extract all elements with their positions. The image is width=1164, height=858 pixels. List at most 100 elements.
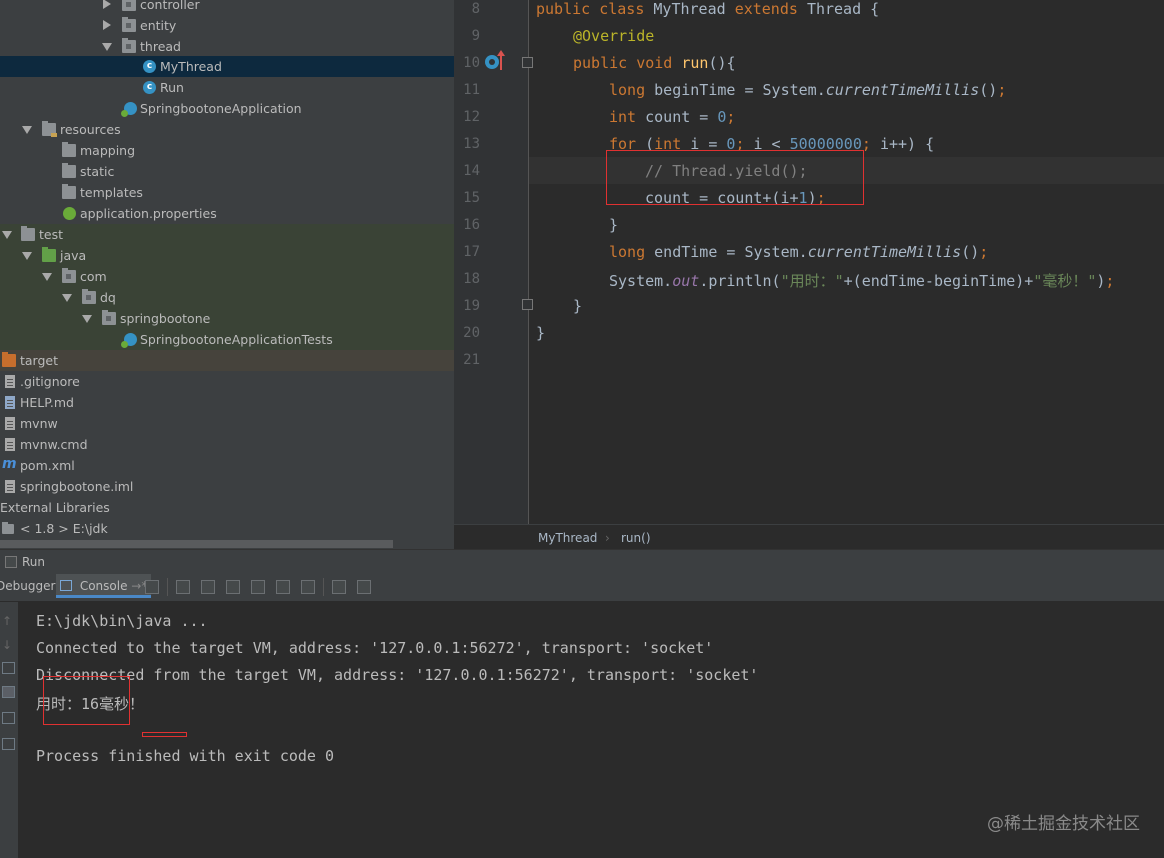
project-tree-panel: controller entity thread c MyThread c Ru… xyxy=(0,0,454,549)
code-token: run xyxy=(681,54,709,72)
step-into-icon[interactable] xyxy=(201,580,215,594)
class-icon: c xyxy=(143,81,156,94)
code-token: MyThread xyxy=(653,0,735,18)
breadcrumb-separator: › xyxy=(605,531,610,545)
tree-item-external-libraries[interactable]: External Libraries xyxy=(0,497,454,518)
override-method-icon[interactable] xyxy=(485,55,499,69)
tree-item-mvnw-cmd[interactable]: mvnw.cmd xyxy=(0,434,454,455)
trace-icon[interactable] xyxy=(357,580,371,594)
line-number: 18 xyxy=(463,271,480,287)
collapse-arrow-icon[interactable] xyxy=(22,252,32,260)
collapse-arrow-icon[interactable] xyxy=(2,231,12,239)
step-out-icon[interactable] xyxy=(251,580,265,594)
line-number: 14 xyxy=(463,163,480,179)
drop-frame-icon[interactable] xyxy=(276,580,290,594)
up-arrow-icon[interactable]: ↑ xyxy=(2,614,15,628)
tree-item-mvnw[interactable]: mvnw xyxy=(0,413,454,434)
tree-item-templates[interactable]: templates xyxy=(0,182,454,203)
fold-marker-icon[interactable] xyxy=(522,57,533,68)
code-token: System. xyxy=(609,272,673,290)
code-token: beginTime = System. xyxy=(654,81,826,99)
line-number: 20 xyxy=(463,325,480,341)
tree-item-controller[interactable]: controller xyxy=(0,0,454,15)
code-line-20: } xyxy=(536,324,545,342)
tree-item-thread[interactable]: thread xyxy=(0,36,454,57)
tree-item-test[interactable]: test xyxy=(0,224,454,245)
code-token: out xyxy=(672,272,700,290)
print-icon[interactable] xyxy=(2,712,15,724)
package-icon xyxy=(122,0,136,11)
tree-item-springbootone[interactable]: springbootone xyxy=(0,308,454,329)
tree-item-pom-xml[interactable]: m pom.xml xyxy=(0,455,454,476)
code-line-10: public void run(){ xyxy=(573,54,736,72)
code-token: int xyxy=(609,108,646,126)
tree-item-label: SpringbootoneApplicationTests xyxy=(140,332,333,347)
tree-item-target[interactable]: target xyxy=(0,350,454,371)
trash-icon[interactable] xyxy=(2,738,15,750)
fold-marker-icon[interactable] xyxy=(522,299,533,310)
collapse-arrow-icon[interactable] xyxy=(42,273,52,281)
code-line-19: } xyxy=(573,297,582,315)
evaluate-expression-icon[interactable] xyxy=(332,580,346,594)
expand-arrow-icon[interactable] xyxy=(103,20,111,30)
code-line-16: } xyxy=(609,216,618,234)
code-token: @Override xyxy=(573,27,655,45)
tree-item-resources[interactable]: resources xyxy=(0,119,454,140)
package-icon xyxy=(122,17,136,32)
tree-item-jdk[interactable]: < 1.8 > E:\jdk xyxy=(0,518,454,539)
tree-item-label: controller xyxy=(140,0,200,12)
tree-item-label: mvnw.cmd xyxy=(20,437,88,452)
file-icon xyxy=(5,480,15,493)
toolbar-separator xyxy=(167,578,168,596)
console-output[interactable]: ↑ ↓ E:\jdk\bin\java ... Connected to the… xyxy=(0,602,1164,858)
tree-item-dq[interactable]: dq xyxy=(0,287,454,308)
spring-class-icon xyxy=(121,102,137,117)
line-number: 9 xyxy=(471,28,480,44)
code-token: } xyxy=(536,324,546,342)
line-number: 15 xyxy=(463,190,480,206)
collapse-arrow-icon[interactable] xyxy=(22,126,32,134)
tree-item-mapping[interactable]: mapping xyxy=(0,140,454,161)
tab-debugger[interactable]: Debugger xyxy=(0,574,59,598)
tree-item-springbootone-iml[interactable]: springbootone.iml xyxy=(0,476,454,497)
tree-item-run[interactable]: c Run xyxy=(0,77,454,98)
tree-item-mythread[interactable]: c MyThread xyxy=(0,56,454,77)
tree-horizontal-scrollbar[interactable] xyxy=(0,540,393,548)
soft-wrap-icon[interactable] xyxy=(2,662,15,674)
code-line-8: public class MyThread extends Thread { xyxy=(536,0,879,18)
tree-item-label: target xyxy=(20,353,59,368)
tree-item-label: springbootone.iml xyxy=(20,479,134,494)
console-line: Process finished with exit code 0 xyxy=(36,747,335,765)
code-line-17: long endTime = System.currentTimeMillis(… xyxy=(609,243,988,261)
tree-item-help-md[interactable]: HELP.md xyxy=(0,392,454,413)
file-icon xyxy=(5,438,15,451)
breadcrumb-item-method[interactable]: run() xyxy=(621,531,651,545)
code-token: ; xyxy=(1105,272,1115,290)
tree-item-com[interactable]: com xyxy=(0,266,454,287)
collapse-arrow-icon[interactable] xyxy=(102,43,112,51)
collapse-arrow-icon[interactable] xyxy=(62,294,72,302)
tree-item-gitignore[interactable]: .gitignore xyxy=(0,371,454,392)
scroll-to-end-icon[interactable] xyxy=(2,686,15,698)
restore-layout-icon[interactable] xyxy=(145,580,159,594)
force-step-into-icon[interactable] xyxy=(226,580,240,594)
tree-item-java[interactable]: java xyxy=(0,245,454,266)
tree-item-springbootoneapplicationtests[interactable]: SpringbootoneApplicationTests xyxy=(0,329,454,350)
output-highlight-box xyxy=(43,676,130,725)
code-token: currentTimeMillis xyxy=(807,243,962,261)
expand-arrow-icon[interactable] xyxy=(103,0,111,9)
override-arrow-icon xyxy=(497,50,505,70)
down-arrow-icon[interactable]: ↓ xyxy=(2,638,15,652)
tree-item-static[interactable]: static xyxy=(0,161,454,182)
run-to-cursor-icon[interactable] xyxy=(301,580,315,594)
step-over-icon[interactable] xyxy=(176,580,190,594)
collapse-arrow-icon[interactable] xyxy=(82,315,92,323)
breadcrumb-item-class[interactable]: MyThread xyxy=(538,531,597,545)
tree-item-springbootoneapplication[interactable]: SpringbootoneApplication xyxy=(0,98,454,119)
folder-icon xyxy=(62,142,76,157)
console-side-toolbar: ↑ ↓ xyxy=(0,602,18,858)
tab-console[interactable]: Console →* xyxy=(56,574,152,598)
code-editor[interactable]: 8 9 10 11 12 13 14 15 16 17 18 19 20 21 … xyxy=(454,0,1164,549)
tree-item-entity[interactable]: entity xyxy=(0,15,454,36)
tree-item-application-properties[interactable]: application.properties xyxy=(0,203,454,224)
